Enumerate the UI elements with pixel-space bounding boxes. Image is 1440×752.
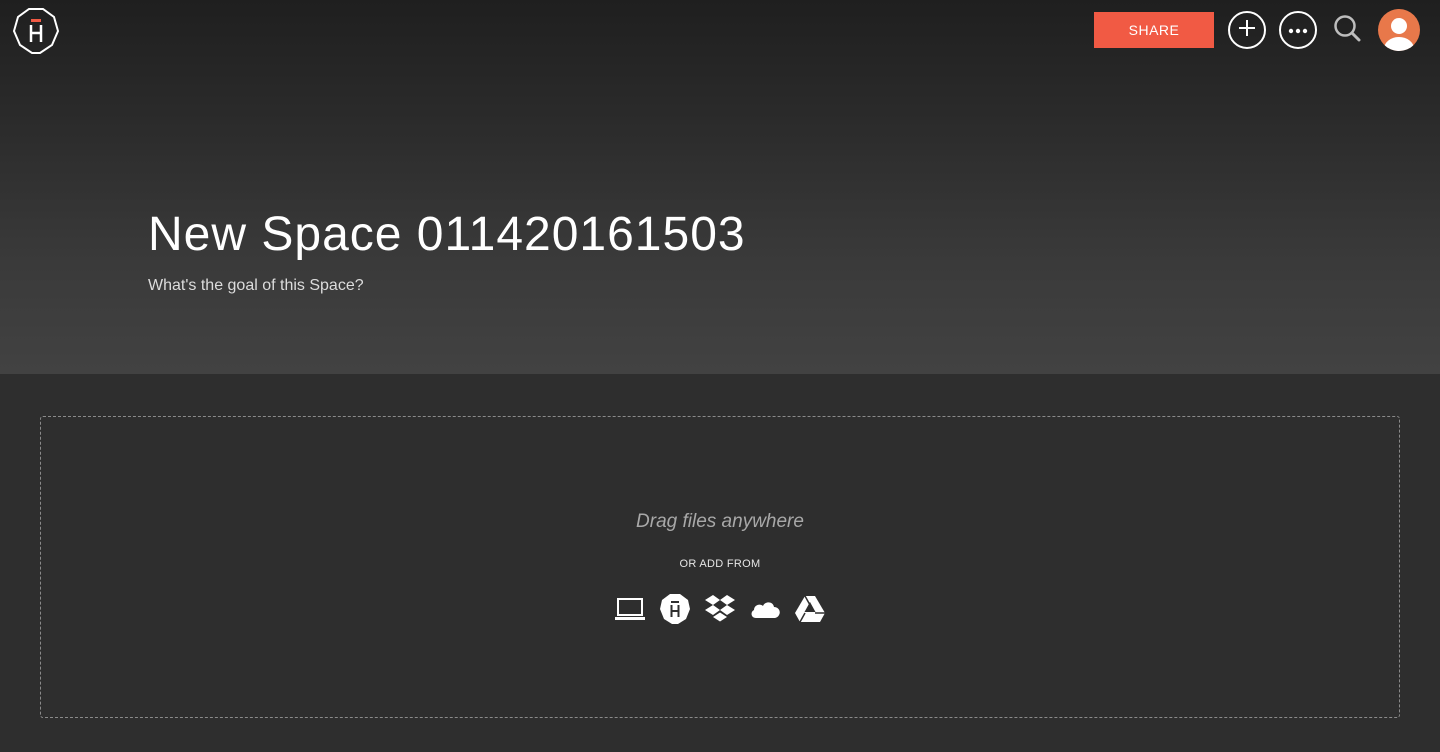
file-dropzone[interactable]: Drag files anywhere OR ADD FROM xyxy=(40,416,1400,718)
plus-icon xyxy=(1237,18,1257,43)
space-title[interactable]: New Space 011420161503 xyxy=(148,207,746,262)
ellipsis-icon xyxy=(1288,21,1308,39)
space-header: SHARE New Space 011420161503 What's the … xyxy=(0,0,1440,374)
more-options-button[interactable] xyxy=(1279,11,1317,49)
file-source-list xyxy=(41,593,1399,625)
user-avatar-icon xyxy=(1378,18,1420,51)
space-goal-input[interactable]: What's the goal of this Space? xyxy=(148,277,364,295)
top-toolbar: SHARE xyxy=(1094,8,1420,52)
search-button[interactable] xyxy=(1332,14,1362,47)
dropbox-icon[interactable] xyxy=(704,593,736,625)
hightail-icon[interactable] xyxy=(659,593,691,625)
drag-files-text: Drag files anywhere xyxy=(636,511,804,532)
share-button[interactable]: SHARE xyxy=(1094,12,1214,48)
user-avatar[interactable] xyxy=(1378,9,1420,51)
search-icon xyxy=(1333,14,1361,47)
laptop-icon[interactable] xyxy=(614,593,646,625)
or-add-from-label: OR ADD FROM xyxy=(679,558,761,570)
add-button[interactable] xyxy=(1228,11,1266,49)
google-drive-icon[interactable] xyxy=(794,593,826,625)
hightail-logo-icon[interactable] xyxy=(12,7,60,55)
onedrive-icon[interactable] xyxy=(749,593,781,625)
